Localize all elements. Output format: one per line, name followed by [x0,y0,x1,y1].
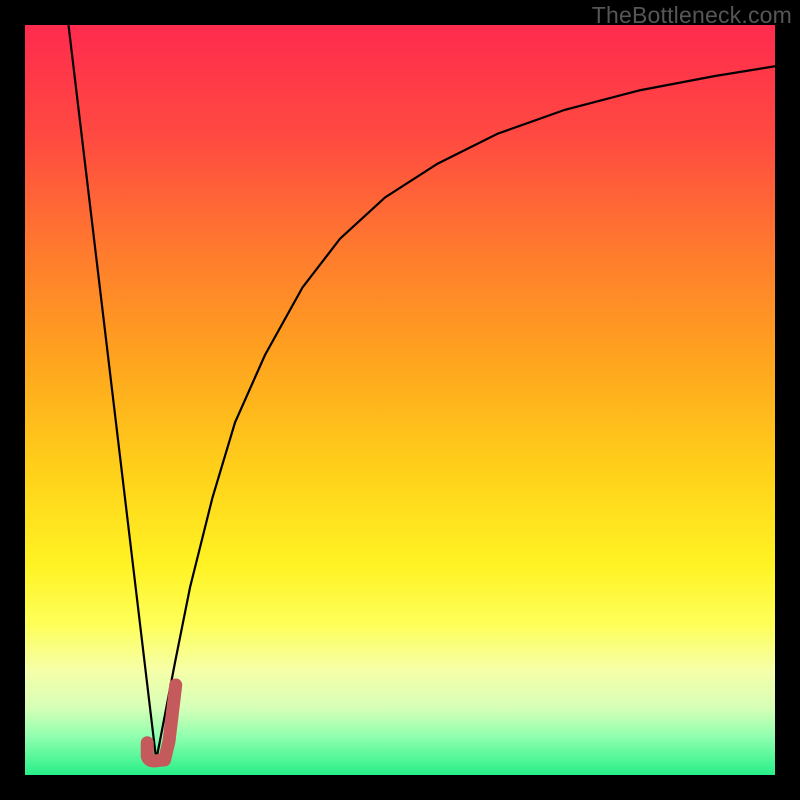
series-left-spike [69,25,157,760]
chart-frame: TheBottleneck.com [0,0,800,800]
watermark-text: TheBottleneck.com [592,2,792,29]
series-right-asymptote [156,66,775,760]
plot-area [25,25,775,775]
chart-lines [25,25,775,775]
